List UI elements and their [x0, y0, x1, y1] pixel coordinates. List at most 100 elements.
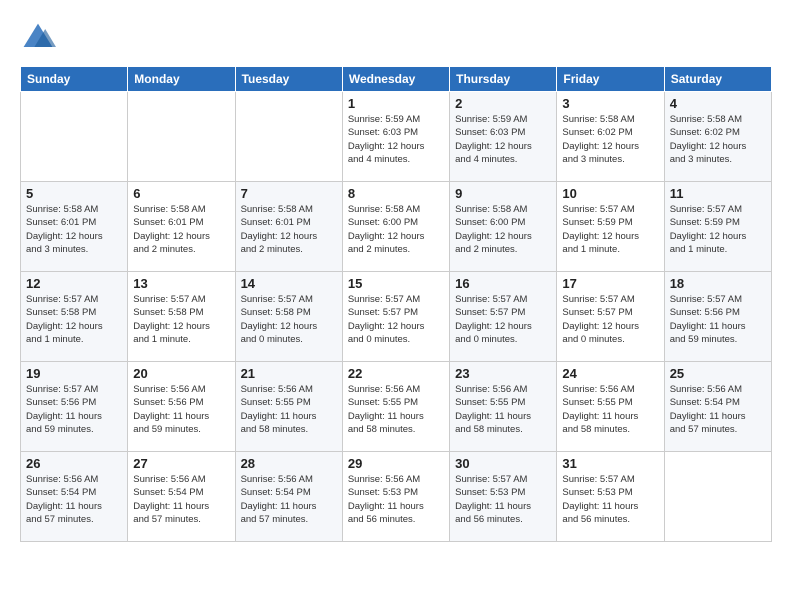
calendar-day-19: 19 Sunrise: 5:57 AM Sunset: 5:56 PM Dayli… — [21, 362, 128, 452]
day-number: 28 — [241, 456, 337, 471]
day-number: 13 — [133, 276, 229, 291]
day-number: 26 — [26, 456, 122, 471]
logo-icon — [20, 20, 56, 56]
day-info: Sunrise: 5:57 AM Sunset: 5:56 PM Dayligh… — [670, 293, 766, 346]
calendar-empty-cell — [128, 92, 235, 182]
calendar-day-31: 31Sunrise: 5:57 AM Sunset: 5:53 PM Dayli… — [557, 452, 664, 542]
calendar-day-28: 28 Sunrise: 5:56 AM Sunset: 5:54 PM Dayli… — [235, 452, 342, 542]
calendar-day-9: 9 Sunrise: 5:58 AM Sunset: 6:00 PM Daylig… — [450, 182, 557, 272]
calendar-week-row: 1 Sunrise: 5:59 AM Sunset: 6:03 PM Daylig… — [21, 92, 772, 182]
calendar-day-1: 1 Sunrise: 5:59 AM Sunset: 6:03 PM Daylig… — [342, 92, 449, 182]
calendar-day-14: 14 Sunrise: 5:57 AM Sunset: 5:58 PM Dayli… — [235, 272, 342, 362]
day-number: 4 — [670, 96, 766, 111]
day-number: 25 — [670, 366, 766, 381]
day-number: 29 — [348, 456, 444, 471]
logo — [20, 20, 60, 56]
day-number: 31 — [562, 456, 658, 471]
day-info: Sunrise: 5:57 AM Sunset: 5:57 PM Dayligh… — [455, 293, 551, 346]
calendar-day-30: 30 Sunrise: 5:57 AM Sunset: 5:53 PM Dayli… — [450, 452, 557, 542]
day-number: 17 — [562, 276, 658, 291]
day-number: 21 — [241, 366, 337, 381]
calendar-day-20: 20 Sunrise: 5:56 AM Sunset: 5:56 PM Dayli… — [128, 362, 235, 452]
day-info: Sunrise: 5:56 AM Sunset: 5:54 PM Dayligh… — [133, 473, 229, 526]
day-info: Sunrise: 5:57 AM Sunset: 5:57 PM Dayligh… — [562, 293, 658, 346]
day-number: 7 — [241, 186, 337, 201]
calendar-day-8: 8Sunrise: 5:58 AM Sunset: 6:00 PM Daylig… — [342, 182, 449, 272]
calendar-day-25: 25 Sunrise: 5:56 AM Sunset: 5:54 PM Dayli… — [664, 362, 771, 452]
calendar-day-6: 6 Sunrise: 5:58 AM Sunset: 6:01 PM Daylig… — [128, 182, 235, 272]
day-number: 16 — [455, 276, 551, 291]
day-number: 15 — [348, 276, 444, 291]
day-number: 10 — [562, 186, 658, 201]
calendar-day-15: 15 Sunrise: 5:57 AM Sunset: 5:57 PM Dayli… — [342, 272, 449, 362]
calendar-day-16: 16 Sunrise: 5:57 AM Sunset: 5:57 PM Dayli… — [450, 272, 557, 362]
day-number: 11 — [670, 186, 766, 201]
day-info: Sunrise: 5:57 AM Sunset: 5:53 PM Dayligh… — [455, 473, 551, 526]
calendar-week-row: 5Sunrise: 5:58 AM Sunset: 6:01 PM Daylig… — [21, 182, 772, 272]
calendar-day-17: 17 Sunrise: 5:57 AM Sunset: 5:57 PM Dayli… — [557, 272, 664, 362]
day-info: Sunrise: 5:57 AM Sunset: 5:59 PM Dayligh… — [562, 203, 658, 256]
day-info: Sunrise: 5:57 AM Sunset: 5:57 PM Dayligh… — [348, 293, 444, 346]
day-number: 12 — [26, 276, 122, 291]
day-number: 9 — [455, 186, 551, 201]
calendar-week-row: 19 Sunrise: 5:57 AM Sunset: 5:56 PM Dayli… — [21, 362, 772, 452]
weekday-header-tuesday: Tuesday — [235, 67, 342, 92]
day-info: Sunrise: 5:58 AM Sunset: 6:02 PM Dayligh… — [562, 113, 658, 166]
calendar-empty-cell — [235, 92, 342, 182]
calendar-day-4: 4 Sunrise: 5:58 AM Sunset: 6:02 PM Daylig… — [664, 92, 771, 182]
day-info: Sunrise: 5:59 AM Sunset: 6:03 PM Dayligh… — [348, 113, 444, 166]
calendar-day-12: 12 Sunrise: 5:57 AM Sunset: 5:58 PM Dayli… — [21, 272, 128, 362]
day-number: 20 — [133, 366, 229, 381]
page-header — [20, 20, 772, 56]
day-info: Sunrise: 5:56 AM Sunset: 5:55 PM Dayligh… — [562, 383, 658, 436]
calendar-week-row: 26 Sunrise: 5:56 AM Sunset: 5:54 PM Dayli… — [21, 452, 772, 542]
day-number: 6 — [133, 186, 229, 201]
day-info: Sunrise: 5:57 AM Sunset: 5:56 PM Dayligh… — [26, 383, 122, 436]
day-number: 30 — [455, 456, 551, 471]
calendar-day-26: 26 Sunrise: 5:56 AM Sunset: 5:54 PM Dayli… — [21, 452, 128, 542]
day-info: Sunrise: 5:56 AM Sunset: 5:55 PM Dayligh… — [348, 383, 444, 436]
calendar-day-3: 3 Sunrise: 5:58 AM Sunset: 6:02 PM Daylig… — [557, 92, 664, 182]
day-number: 3 — [562, 96, 658, 111]
weekday-header-monday: Monday — [128, 67, 235, 92]
day-info: Sunrise: 5:58 AM Sunset: 6:01 PM Dayligh… — [26, 203, 122, 256]
weekday-header-sunday: Sunday — [21, 67, 128, 92]
day-info: Sunrise: 5:59 AM Sunset: 6:03 PM Dayligh… — [455, 113, 551, 166]
day-info: Sunrise: 5:56 AM Sunset: 5:54 PM Dayligh… — [26, 473, 122, 526]
day-number: 24 — [562, 366, 658, 381]
calendar-day-5: 5Sunrise: 5:58 AM Sunset: 6:01 PM Daylig… — [21, 182, 128, 272]
day-info: Sunrise: 5:57 AM Sunset: 5:58 PM Dayligh… — [241, 293, 337, 346]
day-info: Sunrise: 5:58 AM Sunset: 6:02 PM Dayligh… — [670, 113, 766, 166]
calendar-day-21: 21 Sunrise: 5:56 AM Sunset: 5:55 PM Dayli… — [235, 362, 342, 452]
day-number: 19 — [26, 366, 122, 381]
weekday-header-saturday: Saturday — [664, 67, 771, 92]
calendar-empty-cell — [21, 92, 128, 182]
day-info: Sunrise: 5:56 AM Sunset: 5:54 PM Dayligh… — [241, 473, 337, 526]
calendar-day-10: 10 Sunrise: 5:57 AM Sunset: 5:59 PM Dayli… — [557, 182, 664, 272]
day-number: 14 — [241, 276, 337, 291]
day-number: 8 — [348, 186, 444, 201]
day-info: Sunrise: 5:58 AM Sunset: 6:01 PM Dayligh… — [241, 203, 337, 256]
calendar-day-27: 27 Sunrise: 5:56 AM Sunset: 5:54 PM Dayli… — [128, 452, 235, 542]
calendar-day-24: 24 Sunrise: 5:56 AM Sunset: 5:55 PM Dayli… — [557, 362, 664, 452]
day-info: Sunrise: 5:57 AM Sunset: 5:59 PM Dayligh… — [670, 203, 766, 256]
day-info: Sunrise: 5:56 AM Sunset: 5:54 PM Dayligh… — [670, 383, 766, 436]
day-info: Sunrise: 5:58 AM Sunset: 6:00 PM Dayligh… — [455, 203, 551, 256]
day-info: Sunrise: 5:56 AM Sunset: 5:55 PM Dayligh… — [241, 383, 337, 436]
day-info: Sunrise: 5:56 AM Sunset: 5:55 PM Dayligh… — [455, 383, 551, 436]
day-number: 1 — [348, 96, 444, 111]
weekday-header-thursday: Thursday — [450, 67, 557, 92]
day-info: Sunrise: 5:58 AM Sunset: 6:01 PM Dayligh… — [133, 203, 229, 256]
day-number: 22 — [348, 366, 444, 381]
day-info: Sunrise: 5:57 AM Sunset: 5:58 PM Dayligh… — [26, 293, 122, 346]
day-number: 2 — [455, 96, 551, 111]
calendar-table: SundayMondayTuesdayWednesdayThursdayFrid… — [20, 66, 772, 542]
weekday-header-row: SundayMondayTuesdayWednesdayThursdayFrid… — [21, 67, 772, 92]
calendar-day-2: 2 Sunrise: 5:59 AM Sunset: 6:03 PM Daylig… — [450, 92, 557, 182]
day-info: Sunrise: 5:56 AM Sunset: 5:56 PM Dayligh… — [133, 383, 229, 436]
day-number: 27 — [133, 456, 229, 471]
calendar-day-23: 23Sunrise: 5:56 AM Sunset: 5:55 PM Dayli… — [450, 362, 557, 452]
calendar-week-row: 12 Sunrise: 5:57 AM Sunset: 5:58 PM Dayli… — [21, 272, 772, 362]
day-info: Sunrise: 5:56 AM Sunset: 5:53 PM Dayligh… — [348, 473, 444, 526]
calendar-day-18: 18Sunrise: 5:57 AM Sunset: 5:56 PM Dayli… — [664, 272, 771, 362]
